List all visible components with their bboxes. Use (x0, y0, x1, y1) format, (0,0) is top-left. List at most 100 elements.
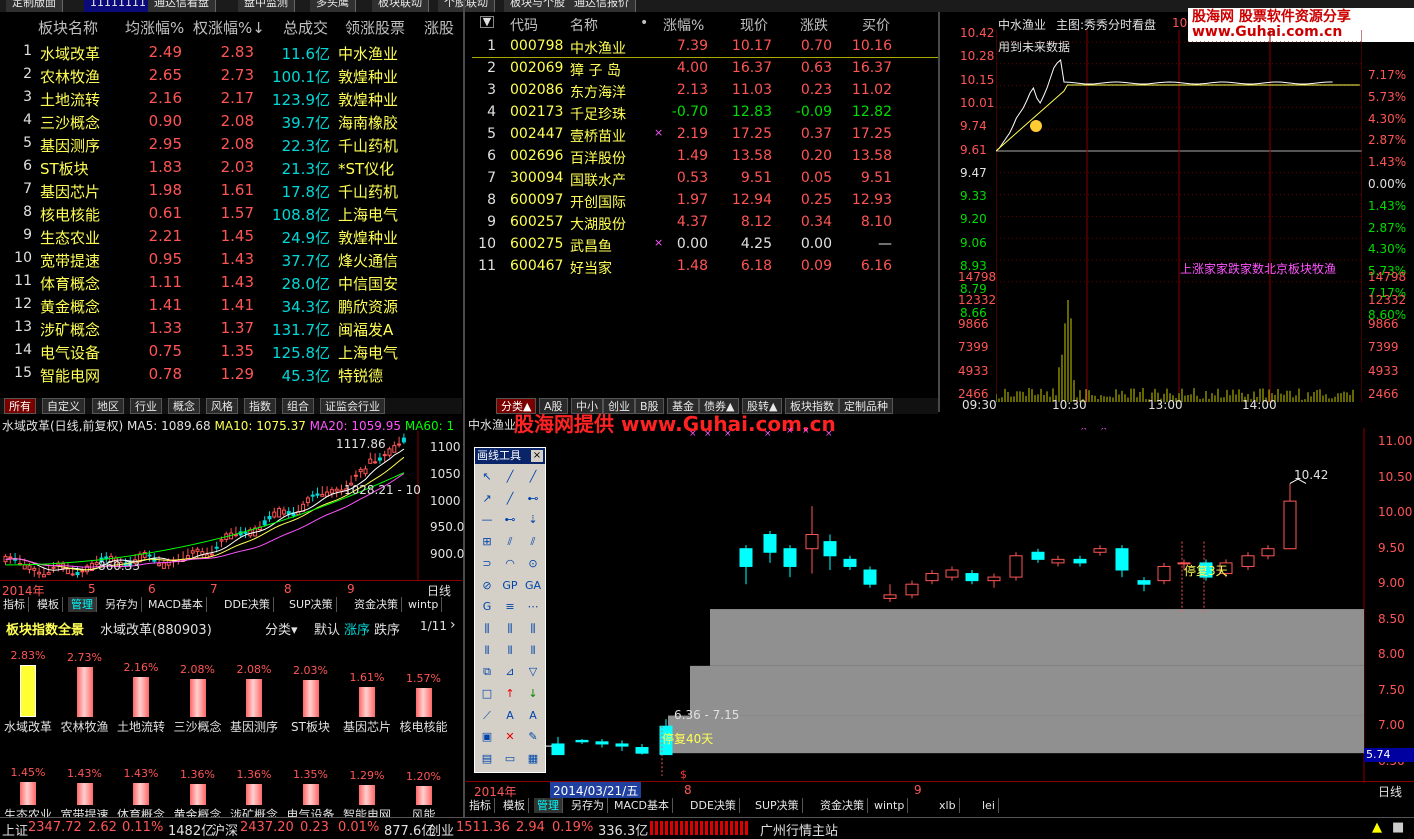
pointer-tool-icon[interactable]: ↖ (478, 468, 496, 486)
indicator-tab[interactable]: lei (979, 798, 999, 813)
ruler-tool-icon[interactable]: ▤ (478, 750, 496, 768)
indicator-tab[interactable]: DDE决策 (221, 597, 274, 612)
header-price[interactable]: 现价 (740, 15, 768, 35)
fan-tool-icon[interactable]: ⫴ (524, 642, 542, 660)
indicator-tab[interactable]: 另存为 (102, 597, 142, 612)
circle-tool-icon[interactable]: ⊙ (524, 555, 542, 573)
sector-row[interactable]: 4 三沙概念 0.90 2.08 39.7亿 海南橡胶 (0, 110, 462, 133)
sector-row[interactable]: 6 ST板块 1.83 2.03 21.3亿 *ST仪化 (0, 156, 462, 179)
line-tool-icon[interactable]: ╱ (501, 468, 519, 486)
hsegment-tool-icon[interactable]: ⊷ (501, 511, 519, 529)
next-page-icon[interactable]: › (450, 617, 456, 633)
stock-row[interactable]: 9 600257 大湖股份 4.37 8.12 0.34 8.10 (472, 212, 938, 234)
indicator-tab[interactable]: SUP决策 (752, 798, 803, 813)
alert-icon[interactable]: ▲ (1372, 820, 1382, 835)
indicator-tab[interactable]: 指标 (0, 597, 29, 612)
category-tab[interactable]: 所有 (4, 398, 36, 414)
channel-tool-icon[interactable]: ⫽ (501, 533, 519, 551)
stock-row[interactable]: 3 002086 东方海洋 2.13 11.03 0.23 11.02 (472, 80, 938, 102)
sort-default[interactable]: 默认 (314, 619, 340, 638)
cy-label[interactable]: 创业 (428, 820, 454, 839)
sh-label[interactable]: 上证 (2, 820, 28, 839)
sector-bar[interactable] (359, 785, 375, 805)
sector-row[interactable]: 15 智能电网 0.78 1.29 45.3亿 特锐德 (0, 363, 462, 386)
close-icon[interactable]: × (531, 450, 543, 462)
sector-bar[interactable] (133, 783, 149, 805)
indicator-tab[interactable]: wintp (405, 597, 442, 612)
sector-row[interactable]: 5 基因测序 2.95 2.08 22.3亿 千山药机 (0, 133, 462, 156)
sector-row[interactable]: 3 土地流转 2.16 2.17 123.9亿 敦煌种业 (0, 87, 462, 110)
sz-label[interactable]: 沪深 (212, 820, 238, 839)
lock-icon[interactable]: ■ (1392, 820, 1404, 835)
down-triangle-tool-icon[interactable]: ▽ (524, 663, 542, 681)
fib-lines-tool-icon[interactable]: ≡ (501, 598, 519, 616)
sort-down[interactable]: 跌序 (374, 619, 400, 638)
arc-tool-icon[interactable]: ⊃ (478, 555, 496, 573)
sector-row[interactable]: 8 核电核能 0.61 1.57 108.8亿 上海电气 (0, 202, 462, 225)
edit-tool-icon[interactable]: ✎ (524, 728, 542, 746)
indicator-tab[interactable]: 管理 (534, 798, 563, 813)
top-tab[interactable]: 11111111 (84, 0, 153, 12)
cross-circle-tool-icon[interactable]: ⊘ (478, 577, 496, 595)
top-tab[interactable]: 通达信看盘 (148, 0, 216, 12)
header-leader[interactable]: 领涨股票 (345, 17, 405, 38)
ray-tool-icon[interactable]: ╱ (524, 468, 542, 486)
up-arrow-tool-icon[interactable]: ↑ (501, 685, 519, 703)
top-tab[interactable]: 通达信报价 (568, 0, 636, 12)
period-lines-tool-icon[interactable]: ⫼ (478, 620, 496, 638)
indicator-tab[interactable]: DDE决策 (687, 798, 740, 813)
indicator-tab[interactable]: wintp (871, 798, 908, 813)
sector-bar[interactable] (246, 679, 262, 717)
sector-bar[interactable] (20, 782, 36, 805)
sector-row[interactable]: 13 涉矿概念 1.33 1.37 131.7亿 闽福发A (0, 317, 462, 340)
rectangle-tool-icon[interactable]: □ (478, 685, 496, 703)
parallel-tool-icon[interactable]: ⊷ (524, 490, 542, 508)
arrow-line-tool-icon[interactable]: ↗ (478, 490, 496, 508)
gann-price-tool-icon[interactable]: GP (501, 577, 519, 595)
sector-bar[interactable] (77, 667, 93, 717)
sector-row[interactable]: 7 基因芯片 1.98 1.61 17.8亿 千山药机 (0, 179, 462, 202)
top-tab[interactable]: 盘中监测 (238, 0, 295, 12)
header-name[interactable]: 名称 (570, 15, 598, 35)
category-tab[interactable]: 指数 (244, 398, 276, 414)
category-tab[interactable]: 风格 (206, 398, 238, 414)
hline-tool-icon[interactable]: — (478, 511, 496, 529)
sector-bar[interactable] (20, 665, 36, 717)
menu-toggle-icon[interactable]: ▼ (480, 16, 494, 28)
sector-bar[interactable] (359, 687, 375, 717)
indicator-tab[interactable]: 模板 (34, 597, 63, 612)
fill-tool-icon[interactable]: ▣ (478, 728, 496, 746)
server-name[interactable]: 广州行情主站 (760, 820, 838, 839)
indicator-tab[interactable]: xlb (936, 798, 960, 813)
channel2-tool-icon[interactable]: ⫽ (524, 533, 542, 551)
sector-bar[interactable] (77, 783, 93, 805)
sector-row[interactable]: 9 生态农业 2.21 1.45 24.9亿 敦煌种业 (0, 225, 462, 248)
stock-row[interactable]: 11 600467 好当家 1.48 6.18 0.09 6.16 (472, 256, 938, 278)
text-tool-icon[interactable]: A (501, 707, 519, 725)
stock-row[interactable]: 4 002173 千足珍珠 -0.70 12.83 -0.09 12.82 (472, 102, 938, 124)
indicator-tab[interactable]: 资金决策 (351, 597, 402, 612)
intraday-chart[interactable] (996, 30, 1362, 404)
sector-bar[interactable] (190, 679, 206, 717)
dots-tool-icon[interactable]: ⋯ (524, 598, 542, 616)
indicator-tab[interactable]: 管理 (68, 597, 97, 612)
stock-row[interactable]: 10 600275 武昌鱼 × 0.00 4.25 0.00 — (472, 234, 938, 256)
sort-up[interactable]: 涨序 (344, 619, 370, 638)
header-code[interactable]: 代码 (510, 15, 538, 35)
top-tab[interactable]: 板块联动 (372, 0, 429, 12)
segment-tool-icon[interactable]: ╱ (501, 490, 519, 508)
sector-row[interactable]: 12 黄金概念 1.41 1.41 34.3亿 鹏欣资源 (0, 294, 462, 317)
header-up[interactable]: 涨股 (424, 17, 454, 38)
header-name[interactable]: 板块名称 (38, 17, 98, 38)
stock-row[interactable]: 6 002696 百洋股份 1.49 13.58 0.20 13.58 (472, 146, 938, 168)
down-arrow-tool-icon[interactable]: ↓ (524, 685, 542, 703)
top-tab[interactable]: 板块与个股 (504, 0, 572, 12)
header-bid[interactable]: 买价 (862, 15, 890, 35)
top-tab[interactable]: 多头鹰 (310, 0, 356, 12)
header-delta[interactable]: 涨跌 (800, 15, 828, 35)
category-tab[interactable]: 概念 (168, 398, 200, 414)
sector-row[interactable]: 1 水域改革 2.49 2.83 11.6亿 中水渔业 (0, 41, 462, 64)
fib-grid-tool-icon[interactable]: ⊞ (478, 533, 496, 551)
sector-bar[interactable] (416, 688, 432, 717)
gann-angle-tool-icon[interactable]: GA (524, 577, 542, 595)
